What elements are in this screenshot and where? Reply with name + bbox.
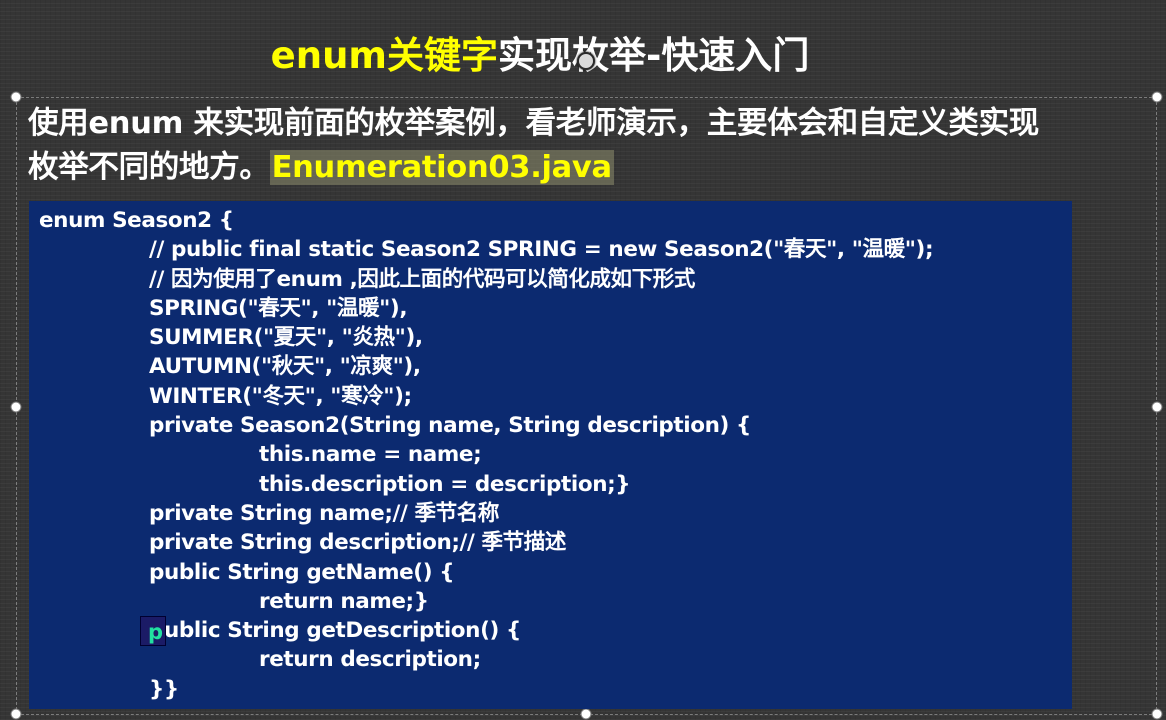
filename-label: Enumeration03.java bbox=[269, 150, 614, 185]
code-line: enum Season2 { bbox=[39, 208, 234, 233]
slide-title-highlight: enum关键字 bbox=[270, 34, 498, 77]
code-line: private String description;// 季节描述 bbox=[149, 530, 566, 556]
code-line: this.name = name; bbox=[259, 442, 482, 468]
slide-title-rest: 实现枚举-快速入门 bbox=[497, 34, 810, 77]
code-line: this.description = description;} bbox=[259, 471, 631, 497]
resize-handle-bottom-right[interactable] bbox=[1151, 708, 1163, 720]
code-line: SUMMER("夏天", "炎热"), bbox=[149, 325, 423, 351]
code-lines: enum Season2 { // public final static Sea… bbox=[39, 206, 1072, 704]
breakpoint-marker[interactable]: p bbox=[140, 616, 166, 646]
code-panel: enum Season2 { // public final static Sea… bbox=[29, 201, 1072, 709]
code-line: public String getDescription() { bbox=[149, 618, 521, 644]
code-line: // 因为使用了enum ,因此上面的代码可以简化成如下形式 bbox=[149, 266, 695, 292]
resize-handle-bottom[interactable] bbox=[580, 708, 592, 720]
intro-line-2: 枚举不同的地方。Enumeration03.java bbox=[28, 146, 1153, 190]
intro-line-1: 使用enum 来实现前面的枚举案例，看老师演示，主要体会和自定义类实现 bbox=[28, 106, 1040, 141]
code-line: AUTUMN("秋天", "凉爽"), bbox=[149, 354, 421, 380]
code-line: SPRING("春天", "温暖"), bbox=[149, 295, 408, 321]
resize-handle-right[interactable] bbox=[1151, 401, 1163, 413]
code-line: private Season2(String name, String desc… bbox=[149, 413, 751, 439]
code-line: }} bbox=[149, 676, 179, 702]
code-line: private String name;// 季节名称 bbox=[149, 500, 499, 526]
resize-handle-bottom-left[interactable] bbox=[10, 708, 22, 720]
code-line: return description; bbox=[259, 647, 481, 673]
code-line: public String getName() { bbox=[149, 559, 455, 585]
code-line: return name;} bbox=[259, 588, 429, 614]
slide-title: enum关键字实现枚举-快速入门 bbox=[0, 30, 1080, 82]
resize-handle-top-right[interactable] bbox=[1151, 91, 1163, 103]
resize-handle-top-left[interactable] bbox=[10, 91, 22, 103]
code-line: // public final static Season2 SPRING = … bbox=[149, 237, 934, 263]
intro-text: 使用enum 来实现前面的枚举案例，看老师演示，主要体会和自定义类实现 枚举不同… bbox=[28, 102, 1153, 190]
resize-handle-left[interactable] bbox=[10, 401, 22, 413]
mouse-cursor-icon bbox=[577, 52, 595, 70]
code-line: WINTER("冬天", "寒冷"); bbox=[149, 383, 412, 409]
intro-line-2-text: 枚举不同的地方。 bbox=[28, 150, 270, 185]
